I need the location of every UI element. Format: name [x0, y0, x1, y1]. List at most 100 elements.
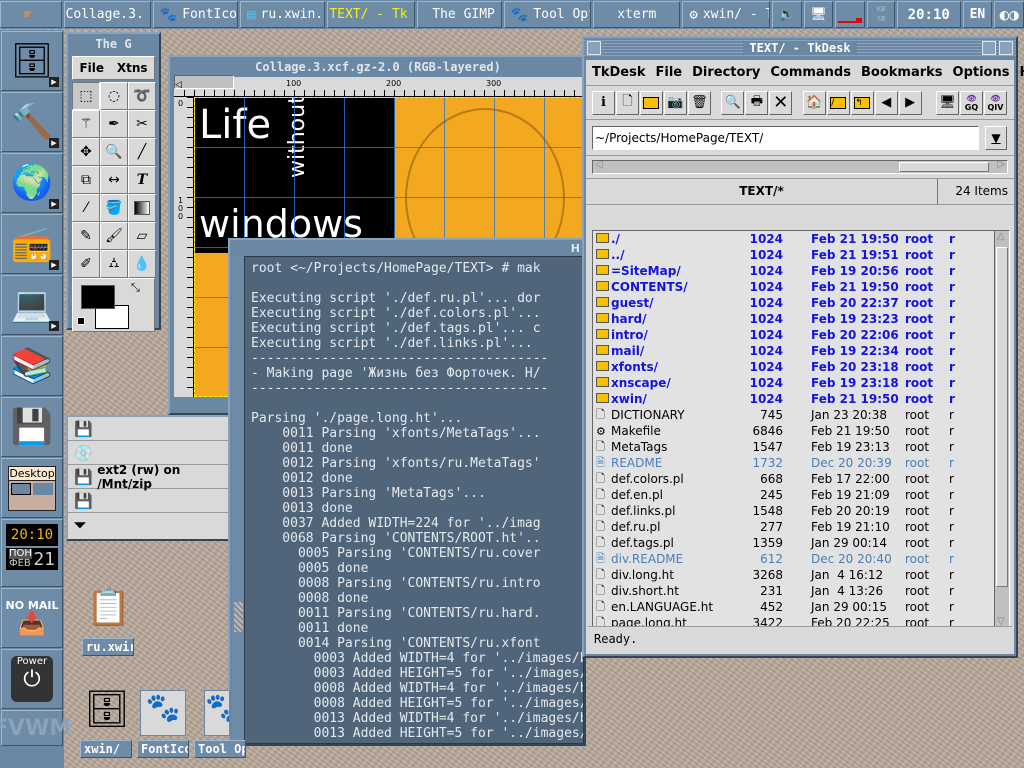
scroll-left-icon[interactable]: ◁ [175, 80, 182, 90]
menu-directory[interactable]: Directory [692, 65, 760, 80]
flip-tool[interactable]: ↔ [100, 166, 128, 194]
file-row[interactable]: xnscape/1024 Feb 19 23:18 root r [593, 375, 997, 391]
dock-tools[interactable]: 🔨 ▶ [1, 92, 63, 152]
network-button[interactable]: 🖥 [803, 1, 834, 28]
maximize-button[interactable] [999, 41, 1013, 55]
magic-wand-tool[interactable]: ⚚ [72, 110, 100, 138]
file-row[interactable]: ../ 1024 Feb 21 19:51 root r [593, 247, 997, 263]
menu-options[interactable]: Options [953, 65, 1010, 80]
scroll-left-icon[interactable]: ◁ [595, 159, 603, 170]
file-row[interactable]: 🗋 def.ru.pl 277 Feb 19 21:10 root r [593, 519, 997, 535]
crop-tool[interactable]: ╱ [128, 138, 156, 166]
bucket-fill-tool[interactable]: 🪣 [100, 194, 128, 222]
arrow-icon[interactable]: ▶ [49, 260, 59, 270]
desktop-icon-xwin[interactable]: xwin/ [80, 740, 132, 758]
gq-button[interactable]: 👁 GQ [959, 90, 983, 115]
xterm-scrollbar[interactable] [232, 256, 244, 744]
task-ru-xwin[interactable]: ▤ru.xwin.ht [240, 1, 326, 28]
ellipse-select-tool[interactable]: ◌ [100, 82, 128, 110]
top-hscrollbar[interactable]: ◁ ▷ [592, 159, 1008, 174]
scissors-tool[interactable]: ✂ [128, 110, 156, 138]
minimize-button[interactable] [982, 41, 996, 55]
mail-checker[interactable]: NO MAIL 📥 [1, 588, 63, 648]
scroll-thumb[interactable] [234, 602, 243, 632]
zoom-tool[interactable]: 🔍 [100, 138, 128, 166]
forward-button[interactable]: ▶ [898, 90, 922, 115]
scroll-up-icon[interactable]: △ [997, 231, 1005, 242]
file-row[interactable]: intro/1024 Feb 20 22:06 root r [593, 327, 997, 343]
file-row[interactable]: guest/1024 Feb 20 22:37 root r [593, 295, 997, 311]
menu-xtns[interactable]: Xtns [117, 61, 148, 75]
file-row[interactable]: 🗋 def.tags.pl 1359 Jan 29 00:14 root r [593, 535, 997, 551]
language-indicator[interactable]: EN [962, 1, 993, 28]
window-menu-button[interactable] [587, 41, 601, 55]
desktop-pager[interactable]: Desktop [1, 458, 63, 518]
default-colors-icon[interactable] [77, 317, 85, 325]
file-row[interactable]: ./ 1024 Feb 21 19:50 root r [593, 231, 997, 247]
path-input[interactable] [592, 125, 979, 150]
back-button[interactable]: ◀ [874, 90, 898, 115]
file-row[interactable]: 🗋 MetaTags 1547 Feb 19 23:13 root r [593, 439, 997, 455]
file-row[interactable]: xwin/1024 Feb 21 19:50 root r [593, 391, 997, 407]
mount-floppy2[interactable]: 💾 [68, 489, 234, 513]
menu-help[interactable]: Help [1019, 65, 1024, 80]
menu-bookmarks[interactable]: Bookmarks [861, 65, 943, 80]
desktop-icon-fonticons[interactable]: FontIco [137, 740, 189, 758]
trash-button[interactable]: 🗑 [687, 90, 711, 115]
file-row[interactable]: 🗎 div.README 612 Dec 20 20:40 root r [593, 551, 997, 567]
task-collage[interactable]: Collage.3. [63, 1, 151, 28]
scroll-thumb[interactable] [996, 247, 1008, 587]
airbrush-tool[interactable]: ✐ [72, 250, 100, 278]
qiv-button[interactable]: 👁 QIV [983, 90, 1007, 115]
desktop-icon-tool-options[interactable]: Tool Op [194, 740, 246, 758]
dock-globe[interactable]: 🌍 ▶ [1, 153, 63, 213]
volume-button[interactable]: 🔈 [771, 1, 802, 28]
blur-tool[interactable]: 💧 [128, 250, 156, 278]
dock-computer[interactable]: 💻 ▶ [1, 275, 63, 335]
dock-radio[interactable]: 📻 ▶ [1, 214, 63, 274]
file-row[interactable]: ⚙ Makefile 6846 Feb 21 19:50 root r [593, 423, 997, 439]
file-row[interactable]: 🗋 div.long.ht 3268 Jan 4 16:12 root r [593, 567, 997, 583]
arrow-icon[interactable]: ▶ [49, 199, 59, 209]
arrow-icon[interactable]: ▶ [49, 138, 59, 148]
file-row[interactable]: 🗋 def.colors.pl 668 Feb 17 22:00 root r [593, 471, 997, 487]
paintbrush-tool[interactable]: 🖌 [100, 222, 128, 250]
task-xwin[interactable]: ⚙xwin/ - Tl [682, 1, 770, 28]
file-row[interactable]: 🗋 div.short.ht 231 Jan 4 13:26 root r [593, 583, 997, 599]
dock-file-cabinet[interactable]: 🗄 ▶ [1, 31, 63, 91]
new-file-button[interactable]: 🗋 [615, 90, 639, 115]
file-row[interactable]: 🗎 README 1732 Dec 20 20:39 root r [593, 455, 997, 471]
file-list[interactable]: ./ 1024 Feb 21 19:50 root r ../ 1024 Feb 21 19:… [592, 230, 998, 628]
eraser-tool[interactable]: ▱ [128, 222, 156, 250]
color-picker-tool[interactable]: ⁄ [72, 194, 100, 222]
info-button[interactable]: i [592, 90, 615, 115]
task-xterm[interactable]: xterm [593, 1, 681, 28]
clone-tool[interactable]: ⛼ [100, 250, 128, 278]
arrow-icon[interactable]: ▶ [49, 77, 59, 87]
transform-tool[interactable]: ⧉ [72, 166, 100, 194]
file-cabinet-icon[interactable]: 🗄 [84, 688, 130, 730]
file-row[interactable]: CONTENTS/1024 Feb 21 19:50 root r [593, 279, 997, 295]
task-tool-options[interactable]: 🐾Tool Optio [503, 1, 592, 28]
file-row[interactable]: 🗋 DICTIONARY 745 Jan 23 20:38 root r [593, 407, 997, 423]
new-folder-button[interactable] [639, 90, 663, 115]
swap-colors-icon[interactable]: ⤡ [131, 281, 140, 295]
file-row[interactable]: 🗋 en.LANGUAGE.ht 452 Jan 29 00:15 root r [593, 599, 997, 615]
file-row[interactable]: mail/1024 Feb 19 22:34 root r [593, 343, 997, 359]
clipboard-icon[interactable]: 📋 [86, 586, 131, 628]
print-button[interactable]: 🖶 [745, 90, 769, 115]
mount-zip[interactable]: 💾 ext2 (rw) on /Mnt/zip [68, 463, 234, 491]
move-tool[interactable]: ✥ [72, 138, 100, 166]
filter-label[interactable]: TEXT/* [586, 179, 938, 204]
pencil-tool[interactable]: ✎ [72, 222, 100, 250]
root-folder-button[interactable]: / [826, 90, 850, 115]
gimp-window-icon[interactable]: 🐾 [140, 690, 186, 736]
rect-select-tool[interactable]: ⬚ [72, 82, 100, 110]
dock-books[interactable]: 📚 [1, 336, 63, 396]
file-row[interactable]: =SiteMap/1024 Feb 19 20:56 root r [593, 263, 997, 279]
terminal-output[interactable]: root <~/Projects/HomePage/TEXT> # mak Exe… [244, 256, 584, 744]
file-row[interactable]: 🗋 def.en.pl 245 Feb 19 21:09 root r [593, 487, 997, 503]
pager-desk[interactable] [8, 480, 56, 511]
path-history-button[interactable]: ▼ [985, 125, 1007, 150]
scroll-right-icon[interactable]: ▷ [997, 159, 1005, 170]
